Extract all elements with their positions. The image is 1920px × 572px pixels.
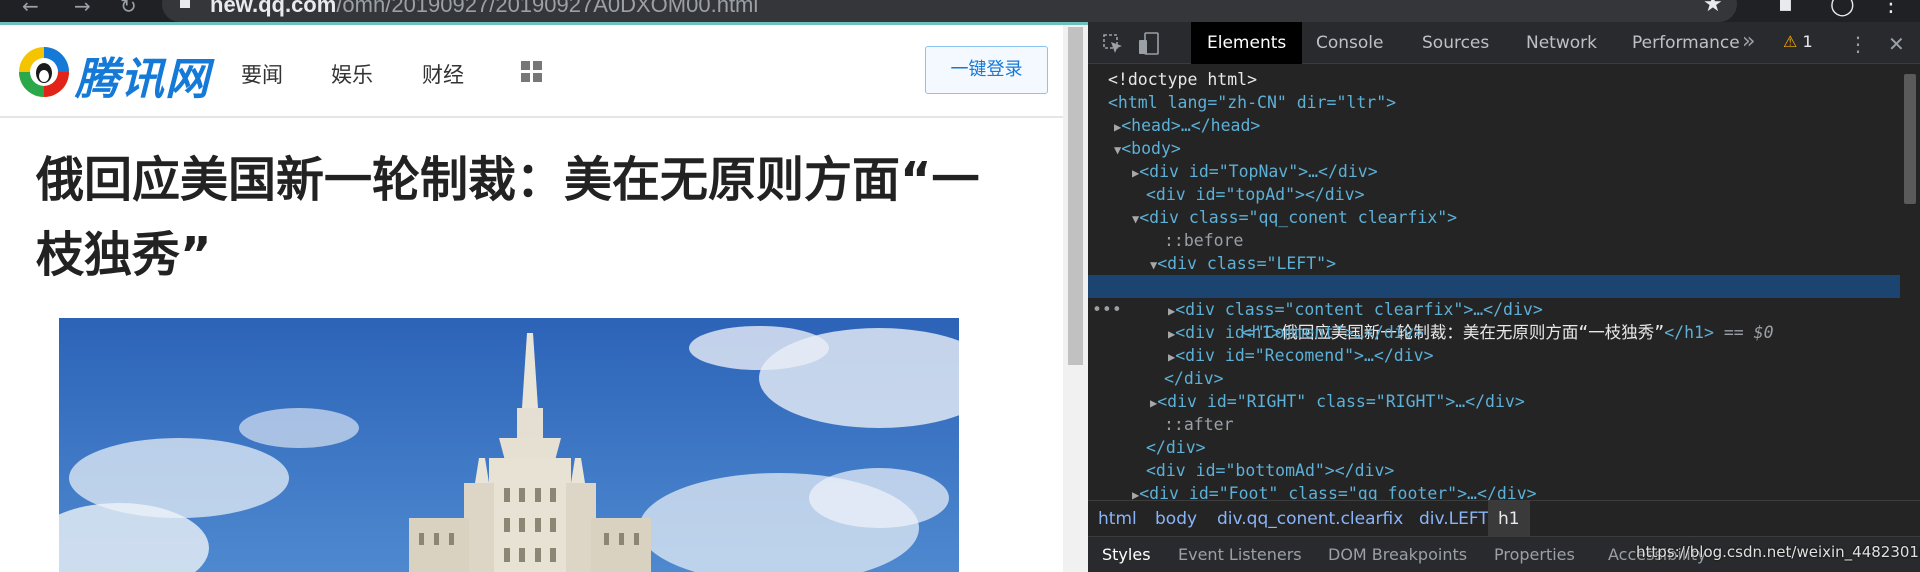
forward-icon[interactable]: → bbox=[74, 0, 91, 18]
expand-triangle-icon[interactable]: ▶ bbox=[1088, 327, 1175, 341]
dom-line-content[interactable]: ▶<div class="content clearfix">…</div> bbox=[1088, 298, 1900, 321]
expand-triangle-icon[interactable]: ▶ bbox=[1088, 304, 1175, 318]
tab-sources[interactable]: Sources bbox=[1406, 22, 1505, 64]
url-text[interactable]: new.qq.com/omn/20190927/20190927A0DXOM00… bbox=[210, 0, 758, 18]
dom-line-after[interactable]: ::after bbox=[1088, 413, 1900, 436]
browser-menu-icon[interactable]: ⋮ bbox=[1880, 0, 1902, 17]
dom-tree-scrollbar[interactable] bbox=[1900, 64, 1920, 500]
page-scrollbar[interactable] bbox=[1063, 25, 1088, 572]
url-path: /omn/20190927/20190927A0DXOM00.html bbox=[336, 0, 759, 17]
devtools-panel: Elements Console Sources Network Perform… bbox=[1088, 22, 1920, 572]
dom-line-h1-selected[interactable]: ••• <h1>俄回应美国新一轮制裁：美在无原则方面“一枝独秀”</h1> ==… bbox=[1088, 275, 1900, 342]
warning-count: 1 bbox=[1802, 32, 1813, 51]
dom-line-doctype[interactable]: <!doctype html> bbox=[1088, 68, 1900, 91]
expand-triangle-icon[interactable]: ▶ bbox=[1088, 120, 1121, 134]
expand-triangle-icon[interactable]: ▶ bbox=[1088, 396, 1157, 410]
reload-icon[interactable]: ↻ bbox=[120, 0, 137, 18]
tab-network[interactable]: Network bbox=[1510, 22, 1613, 64]
page-scrollbar-thumb[interactable] bbox=[1068, 27, 1083, 365]
profile-icon[interactable]: ◯ bbox=[1830, 0, 1855, 17]
grid-menu-icon[interactable] bbox=[521, 61, 543, 83]
expand-triangle-icon[interactable]: ▶ bbox=[1088, 488, 1139, 500]
tab-styles[interactable]: Styles bbox=[1102, 545, 1151, 564]
bookmark-star-icon[interactable]: ★ bbox=[1703, 0, 1723, 17]
dom-line-html[interactable]: <html lang="zh-CN" dir="ltr"> bbox=[1088, 91, 1900, 114]
dom-line-head[interactable]: ▶<head>…</head> bbox=[1088, 114, 1900, 137]
tab-dom-breakpoints[interactable]: DOM Breakpoints bbox=[1328, 545, 1467, 564]
site-header: 腾讯网 要闻 娱乐 财经 一键登录 bbox=[0, 25, 1063, 118]
csdn-watermark: https://blog.csdn.net/weixin_44823018 bbox=[1636, 543, 1920, 561]
tab-performance[interactable]: Performance bbox=[1616, 22, 1756, 64]
dom-line-qq-conent[interactable]: ▼<div class="qq_conent clearfix"> bbox=[1088, 206, 1900, 229]
dom-line-topad[interactable]: <div id="topAd"></div> bbox=[1088, 183, 1900, 206]
one-click-login-button[interactable]: 一键登录 bbox=[925, 46, 1048, 94]
article-headline: 俄回应美国新一轮制裁：美在无原则方面“一枝独秀” bbox=[36, 152, 980, 283]
inspect-element-icon[interactable] bbox=[1102, 33, 1124, 55]
logo-text: 腾讯网 bbox=[75, 54, 210, 105]
lock-icon bbox=[180, 0, 190, 8]
dom-breadcrumb: html body div.qq_conent.clearfix div.LEF… bbox=[1088, 500, 1920, 537]
collapse-triangle-icon[interactable]: ▼ bbox=[1088, 143, 1121, 157]
tab-properties[interactable]: Properties bbox=[1494, 545, 1575, 564]
expand-triangle-icon[interactable]: ▶ bbox=[1088, 350, 1175, 364]
url-host: new.qq.com bbox=[210, 0, 337, 17]
dom-line-foot[interactable]: ▶<div id="Foot" class="qq_footer">…</div… bbox=[1088, 482, 1900, 500]
browser-toolbar: ← → ↻ new.qq.com/omn/20190927/20190927A0… bbox=[0, 0, 1920, 22]
back-icon[interactable]: ← bbox=[22, 0, 39, 18]
dom-line-recomend[interactable]: ▶<div id="Recomend">…</div> bbox=[1088, 344, 1900, 367]
dom-line-body[interactable]: ▼<body> bbox=[1088, 137, 1900, 160]
nav-item-entertainment[interactable]: 娱乐 bbox=[331, 59, 373, 89]
extension-icon[interactable]: ▪ bbox=[1778, 0, 1793, 17]
dom-line-left[interactable]: ▼<div class="LEFT"> bbox=[1088, 252, 1900, 275]
tab-elements[interactable]: Elements bbox=[1191, 22, 1303, 64]
article-photo bbox=[59, 318, 959, 572]
tab-event-listeners[interactable]: Event Listeners bbox=[1178, 545, 1302, 564]
crumb-html[interactable]: html bbox=[1088, 501, 1147, 537]
crumb-body[interactable]: body bbox=[1145, 501, 1207, 537]
dom-tree-scrollbar-thumb[interactable] bbox=[1904, 74, 1916, 204]
warning-counter[interactable]: ⚠ 1 bbox=[1783, 32, 1813, 51]
close-devtools-icon[interactable]: ✕ bbox=[1888, 32, 1905, 56]
dom-line-before[interactable]: ::before bbox=[1088, 229, 1900, 252]
dom-line-bottomad[interactable]: <div id="bottomAd"></div> bbox=[1088, 459, 1900, 482]
dom-line-topnav[interactable]: ▶<div id="TopNav">…</div> bbox=[1088, 160, 1900, 183]
warning-icon: ⚠ bbox=[1783, 32, 1798, 51]
dom-line-right[interactable]: ▶<div id="RIGHT" class="RIGHT">…</div> bbox=[1088, 390, 1900, 413]
devtools-menu-icon[interactable]: ⋮ bbox=[1848, 32, 1868, 56]
dom-line-left-close[interactable]: </div> bbox=[1088, 367, 1900, 390]
crumb-left[interactable]: div.LEFT bbox=[1409, 501, 1499, 537]
site-logo[interactable]: 腾讯网 bbox=[17, 39, 217, 105]
nav-item-news[interactable]: 要闻 bbox=[241, 59, 283, 89]
tab-console[interactable]: Console bbox=[1300, 22, 1400, 64]
crumb-qq-conent[interactable]: div.qq_conent.clearfix bbox=[1207, 501, 1413, 537]
more-tabs-icon[interactable]: » bbox=[1742, 29, 1755, 54]
collapse-triangle-icon[interactable]: ▼ bbox=[1088, 258, 1157, 272]
collapse-triangle-icon[interactable]: ▼ bbox=[1088, 212, 1139, 226]
dom-line-comment[interactable]: ▶<div id="Comment">…</div> bbox=[1088, 321, 1900, 344]
qq-penguin-logo-icon bbox=[19, 47, 69, 97]
expand-triangle-icon[interactable]: ▶ bbox=[1088, 166, 1139, 180]
dom-tree: <!doctype html> <html lang="zh-CN" dir="… bbox=[1088, 64, 1900, 500]
nav-item-finance[interactable]: 财经 bbox=[422, 59, 464, 89]
dom-line-conent-close[interactable]: </div> bbox=[1088, 436, 1900, 459]
crumb-h1[interactable]: h1 bbox=[1488, 501, 1530, 537]
page-viewport: 腾讯网 要闻 娱乐 财经 一键登录 俄回应美国新一轮制裁：美在无原则方面“一枝独… bbox=[0, 25, 1063, 572]
devtools-tab-bar: Elements Console Sources Network Perform… bbox=[1088, 22, 1920, 64]
ministry-building-photo bbox=[59, 318, 959, 572]
device-toolbar-icon[interactable] bbox=[1138, 32, 1160, 56]
